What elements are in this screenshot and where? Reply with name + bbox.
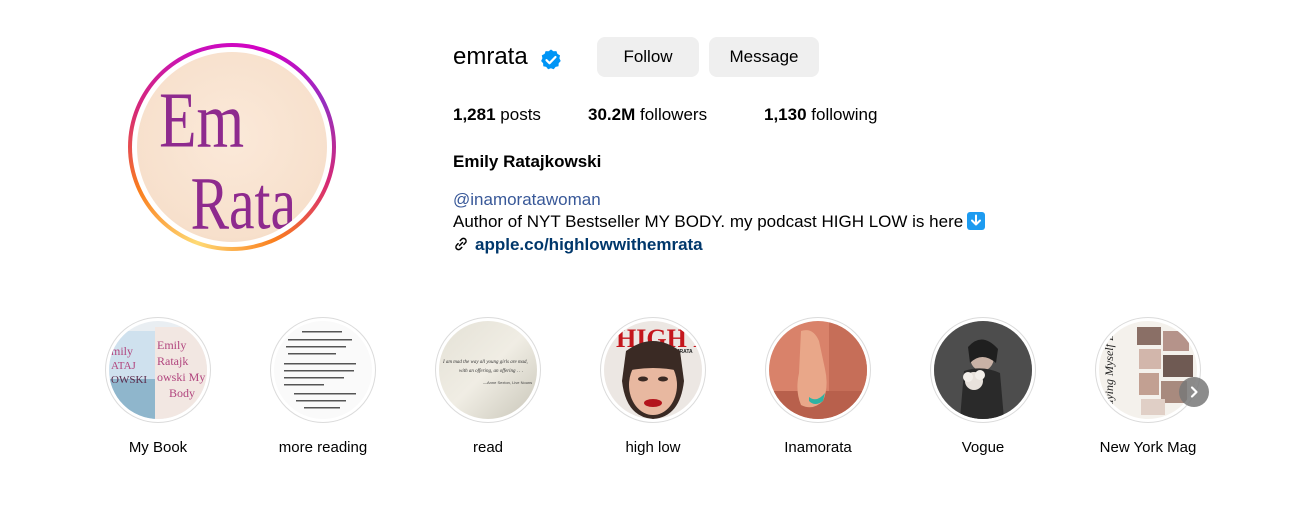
avatar-text-rata: Rata: [191, 161, 297, 242]
highlight-cover: Buying Myself Back: [1099, 321, 1197, 419]
profile-mention-link[interactable]: @inamoratawoman: [453, 189, 601, 211]
follow-button[interactable]: Follow: [597, 37, 699, 77]
highlight-label: New York Mag: [1099, 439, 1197, 456]
highlight-label: Inamorata: [784, 439, 852, 456]
chevron-right-icon: [1190, 386, 1198, 398]
following-label: following: [811, 105, 878, 124]
profile-full-name: Emily Ratajkowski: [453, 152, 602, 171]
avatar-gap: Em Rata: [132, 47, 332, 247]
profile-username: emrata: [453, 43, 528, 70]
bio-text: Author of NYT Bestseller MY BODY. my pod…: [453, 212, 964, 231]
highlight-ring[interactable]: [765, 317, 871, 423]
svg-text:Buying Myself Back: Buying Myself Back: [1102, 321, 1116, 413]
followers-stat[interactable]: 30.2M followers: [588, 104, 707, 126]
followers-count: 30.2M: [588, 105, 636, 124]
highlight-cover: HIGH LOW EMRATA: [604, 321, 702, 419]
followers-label: followers: [639, 105, 708, 124]
link-text[interactable]: apple.co/highlowwithemrata: [475, 235, 703, 254]
highlight-cover: I am mad the way all young girls are mad…: [439, 321, 537, 419]
highlight-label: more reading: [278, 439, 368, 456]
svg-text:Body: Body: [169, 386, 195, 400]
svg-text:OWSKI: OWSKI: [111, 374, 147, 386]
down-arrow-icon: [967, 212, 986, 230]
following-stat[interactable]: 1,130 following: [764, 104, 877, 126]
avatar-text-em: Em: [159, 77, 244, 164]
highlight-cover: [274, 321, 372, 419]
svg-text:Emily: Emily: [157, 338, 186, 352]
highlight-cover: [934, 321, 1032, 419]
posts-stat[interactable]: 1,281 posts: [453, 104, 541, 126]
highlight-my-book[interactable]: mily ATAJ OWSKI Emily Ratajk owski My Bo…: [88, 317, 228, 457]
highlight-ring[interactable]: Buying Myself Back: [1095, 317, 1201, 423]
highlight-high-low[interactable]: HIGH LOW EMRATA high low: [583, 317, 723, 457]
highlight-more-reading[interactable]: more reading: [253, 317, 393, 457]
highlight-cover: mily ATAJ OWSKI Emily Ratajk owski My Bo…: [109, 321, 207, 419]
message-button[interactable]: Message: [709, 37, 819, 77]
svg-text:—Anne Sexton, Live Nouns: —Anne Sexton, Live Nouns: [483, 380, 532, 385]
verified-badge-icon: [541, 49, 561, 70]
svg-text:mily: mily: [111, 344, 133, 358]
highlight-ring[interactable]: [930, 317, 1036, 423]
profile-external-link[interactable]: apple.co/highlowwithemrata: [453, 234, 703, 256]
svg-text:with an offering, an offering: with an offering, an offering . . .: [459, 369, 523, 374]
highlight-label: Vogue: [961, 439, 1005, 456]
highlights-next-button[interactable]: [1179, 377, 1209, 407]
highlight-label: My Book: [128, 439, 188, 456]
highlight-vogue[interactable]: Vogue: [913, 317, 1053, 457]
highlight-label: read: [472, 439, 504, 456]
link-icon: [455, 237, 467, 251]
highlight-cover: [769, 321, 867, 419]
highlight-read[interactable]: I am mad the way all young girls are mad…: [418, 317, 558, 457]
highlight-inamorata[interactable]: Inamorata: [748, 317, 888, 457]
highlight-ring[interactable]: [270, 317, 376, 423]
posts-label: posts: [500, 105, 541, 124]
highlight-ring[interactable]: HIGH LOW EMRATA: [600, 317, 706, 423]
following-count: 1,130: [764, 105, 807, 124]
svg-text:I am mad the way all young gir: I am mad the way all young girls are mad…: [442, 360, 528, 365]
profile-avatar-ring[interactable]: Em Rata: [128, 43, 336, 251]
posts-count: 1,281: [453, 105, 496, 124]
highlight-ring[interactable]: mily ATAJ OWSKI Emily Ratajk owski My Bo…: [105, 317, 211, 423]
svg-text:owski My: owski My: [157, 370, 205, 384]
svg-text:ATAJ: ATAJ: [111, 360, 137, 372]
svg-text:Ratajk: Ratajk: [157, 354, 188, 368]
highlight-label: high low: [625, 439, 681, 456]
profile-bio: Author of NYT Bestseller MY BODY. my pod…: [453, 211, 986, 233]
profile-page: Em Rata emrata Follow Message 1,281 post…: [0, 0, 1291, 525]
highlight-ring[interactable]: I am mad the way all young girls are mad…: [435, 317, 541, 423]
avatar[interactable]: Em Rata: [137, 52, 327, 242]
avatar-logo: Em Rata: [159, 77, 297, 242]
